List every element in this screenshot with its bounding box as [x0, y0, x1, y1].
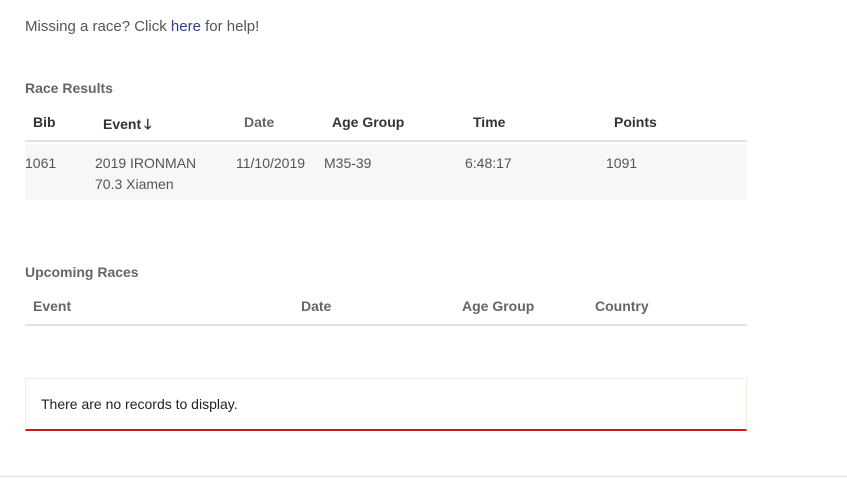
cell-points: 1091 [606, 155, 638, 171]
upcoming-races-title: Upcoming Races [25, 264, 139, 280]
column-event[interactable]: Event [33, 298, 71, 314]
cell-event[interactable]: 2019 IRONMAN 70.3 Xiamen [95, 153, 215, 195]
race-results-header: Bib Event 🡓 Date Age Group Time Points [25, 108, 747, 142]
no-records-notice: There are no records to display. [25, 378, 747, 431]
column-age-group[interactable]: Age Group [332, 114, 404, 130]
help-link[interactable]: here [171, 18, 201, 35]
help-text: Missing a race? Click here for help! [25, 18, 259, 35]
arrow-down-icon: 🡓 [144, 116, 152, 132]
cell-bib: 1061 [25, 155, 57, 171]
column-time[interactable]: Time [473, 114, 505, 130]
cell-age-group: M35-39 [324, 155, 372, 171]
column-country[interactable]: Country [595, 298, 649, 314]
help-prefix: Missing a race? Click [25, 18, 171, 35]
column-age-group[interactable]: Age Group [462, 298, 534, 314]
column-bib[interactable]: Bib [33, 114, 56, 130]
column-date[interactable]: Date [301, 298, 331, 314]
table-row: 1061 2019 IRONMAN 70.3 Xiamen 11/10/2019… [25, 144, 747, 200]
column-date[interactable]: Date [244, 114, 274, 130]
column-points[interactable]: Points [614, 114, 657, 130]
no-records-message: There are no records to display. [41, 396, 238, 412]
column-event-label: Event [103, 116, 142, 132]
upcoming-races-header: Event Date Age Group Country [25, 292, 747, 326]
column-event[interactable]: Event 🡓 [103, 114, 151, 138]
cell-date: 11/10/2019 [236, 155, 306, 171]
help-suffix: for help! [200, 18, 260, 35]
divider [0, 476, 847, 477]
race-results-title: Race Results [25, 80, 113, 96]
cell-time: 6:48:17 [465, 155, 512, 171]
